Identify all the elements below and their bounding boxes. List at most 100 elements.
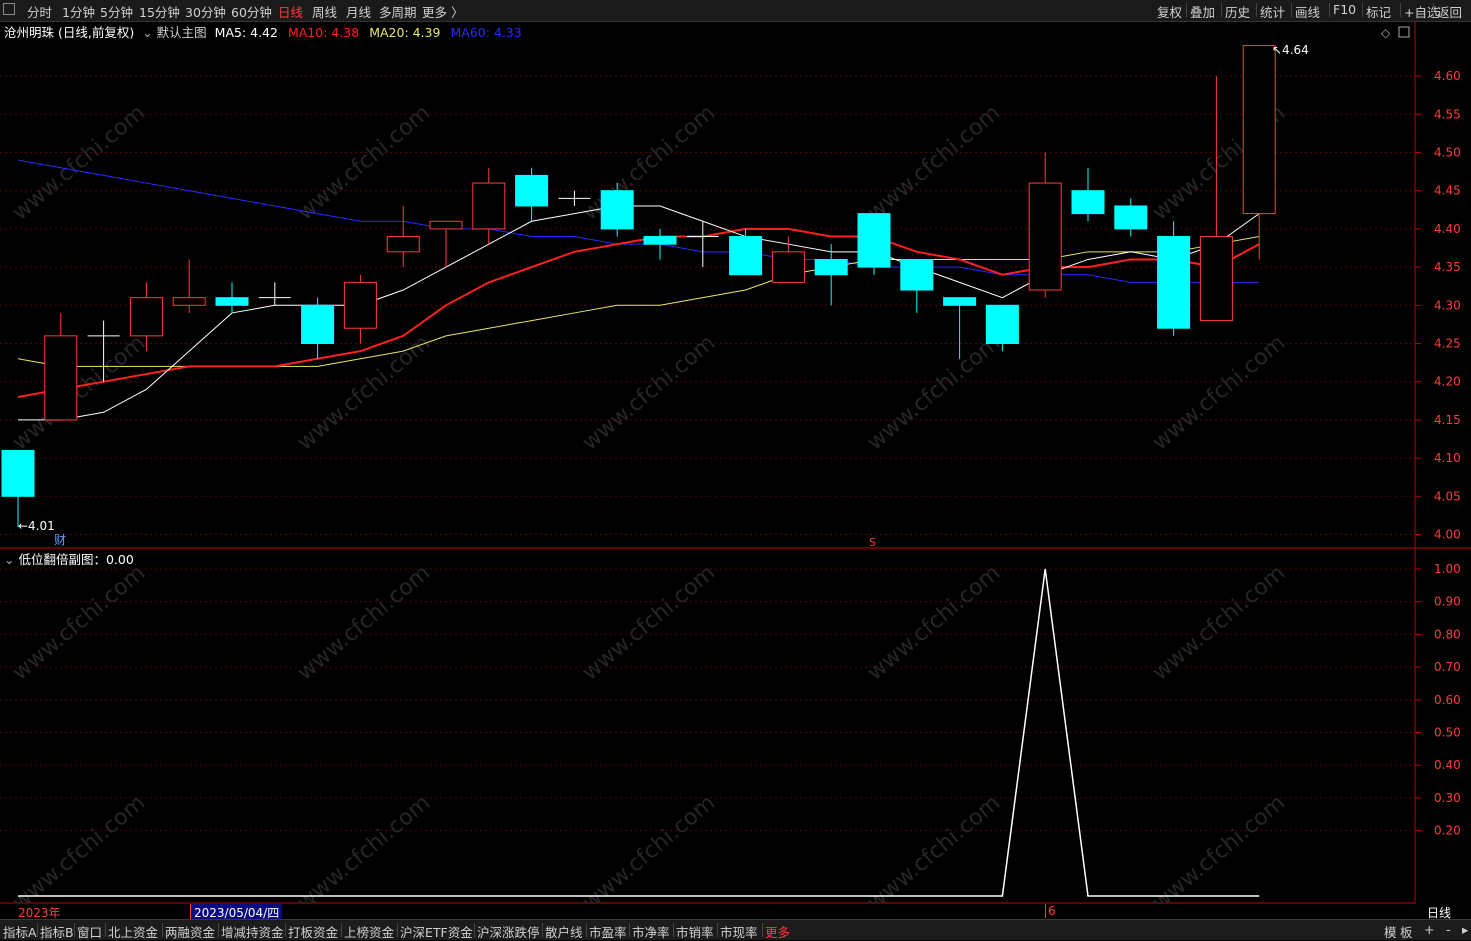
right-control-3[interactable]: -	[1446, 922, 1451, 937]
candle[interactable]	[301, 297, 335, 359]
indicator-tab-2[interactable]: 窗口	[77, 922, 102, 941]
tool-button-2[interactable]: 历史	[1225, 2, 1250, 21]
indicator-tab-14[interactable]: 市现率	[720, 922, 758, 941]
candle[interactable]	[771, 236, 805, 283]
signal-s-marker[interactable]: S	[869, 536, 876, 549]
candle-body-down	[1157, 236, 1191, 329]
cursor-date: 2023/05/04/四	[190, 904, 283, 920]
tool-button-1[interactable]: 叠加	[1190, 2, 1215, 21]
indicator-tab-7[interactable]: 上榜资金	[344, 922, 394, 941]
candle[interactable]	[1242, 45, 1276, 260]
candle[interactable]	[729, 228, 763, 276]
candle[interactable]	[258, 282, 291, 306]
candle[interactable]	[1071, 167, 1105, 222]
tab-separator	[74, 923, 75, 937]
tool-button-4[interactable]: 画线	[1295, 2, 1320, 21]
candle[interactable]	[215, 282, 249, 313]
diamond-icon[interactable]: ◇	[1381, 26, 1391, 40]
sub-title[interactable]: 低位翻倍副图：0.00	[18, 552, 133, 567]
right-control-0[interactable]: 模	[1384, 922, 1397, 941]
main-y-tick-label: 4.40	[1434, 222, 1461, 236]
period-tab-6[interactable]: 日线	[278, 2, 303, 21]
candle[interactable]	[1157, 221, 1191, 336]
tab-separator	[218, 923, 219, 937]
tab-separator	[285, 923, 286, 937]
ma60-legend: MA60: 4.33	[450, 25, 522, 40]
candle-body-up	[1242, 45, 1276, 215]
indicator-tab-12[interactable]: 市净率	[632, 922, 670, 941]
tool-button-0[interactable]: 复权	[1157, 2, 1182, 21]
candle[interactable]	[44, 312, 78, 421]
candle[interactable]	[857, 213, 891, 275]
main-y-tick-label: 4.05	[1434, 489, 1461, 503]
tab-separator	[162, 923, 163, 937]
watermark-text: www.cfchi.com	[578, 560, 720, 685]
tool-button-8[interactable]: 返回	[1437, 2, 1462, 21]
chart-canvas[interactable]: www.cfchi.com www.cfchi.com www.cfchi.com w…	[0, 21, 1471, 904]
right-control-2[interactable]: +	[1424, 922, 1434, 937]
indicator-tab-15[interactable]: 更多	[765, 922, 790, 941]
candle[interactable]	[343, 274, 377, 344]
candle[interactable]	[686, 221, 719, 268]
window-icon[interactable]	[3, 3, 15, 15]
stock-title[interactable]: 沧州明珠 (日线,前复权)	[4, 25, 134, 40]
indicator-tab-4[interactable]: 两融资金	[165, 922, 215, 941]
candle[interactable]	[1114, 198, 1148, 237]
candle[interactable]	[515, 167, 549, 222]
watermark-text: www.cfchi.com	[1148, 330, 1290, 455]
candle[interactable]	[600, 183, 634, 237]
period-tab-7[interactable]: 周线	[312, 2, 337, 21]
indicator-tab-8[interactable]: 沪深ETF资金	[400, 922, 473, 941]
period-tab-4[interactable]: 30分钟	[185, 2, 226, 21]
candle[interactable]	[1, 449, 35, 527]
sub-y-tick-label: 0.30	[1434, 791, 1461, 805]
period-tab-3[interactable]: 15分钟	[139, 2, 180, 21]
indicator-tab-13[interactable]: 市销率	[676, 922, 714, 941]
candle[interactable]	[643, 228, 677, 260]
template-dropdown-icon[interactable]: ⌄	[142, 25, 152, 40]
period-tab-0[interactable]: 分时	[27, 2, 52, 21]
template-label[interactable]: 默认主图	[157, 25, 207, 40]
candle[interactable]	[1199, 76, 1233, 322]
low-price-label: ←4.01	[18, 519, 55, 533]
candle-body-down	[814, 258, 848, 276]
tool-separator	[1362, 3, 1363, 17]
indicator-tab-10[interactable]: 散户线	[545, 922, 583, 941]
watermark-text: www.cfchi.com	[8, 330, 150, 455]
watermark-text: www.cfchi.com	[863, 330, 1005, 455]
indicator-tab-5[interactable]: 增减持资金	[221, 922, 284, 941]
period-tab-5[interactable]: 60分钟	[231, 2, 272, 21]
period-tab-1[interactable]: 1分钟	[62, 2, 95, 21]
candle[interactable]	[386, 205, 420, 268]
period-tab-10[interactable]: 更多 〉	[422, 2, 463, 21]
right-control-1[interactable]: 板	[1400, 922, 1413, 941]
sub-y-tick-label: 0.70	[1434, 660, 1461, 674]
candle[interactable]	[814, 244, 848, 306]
watermark-text: www.cfchi.com	[863, 560, 1005, 685]
candle-body-up	[1199, 236, 1233, 322]
tool-button-6[interactable]: 标记	[1366, 2, 1391, 21]
candle[interactable]	[1028, 152, 1062, 298]
period-tab-8[interactable]: 月线	[346, 2, 371, 21]
candle[interactable]	[472, 167, 506, 245]
period-tab-9[interactable]: 多周期	[379, 2, 417, 21]
tool-button-7[interactable]: +自选	[1404, 2, 1439, 21]
maximize-icon[interactable]	[1398, 26, 1410, 38]
high-price-label: ↖4.64	[1272, 43, 1309, 57]
period-tab-2[interactable]: 5分钟	[100, 2, 133, 21]
sub-y-tick-label: 0.90	[1434, 595, 1461, 609]
indicator-tab-6[interactable]: 打板资金	[288, 922, 338, 941]
indicator-tab-9[interactable]: 沪深涨跌停	[477, 922, 540, 941]
indicator-tab-11[interactable]: 市盈率	[589, 922, 627, 941]
sub-y-tick-label: 0.40	[1434, 758, 1461, 772]
indicator-tab-1[interactable]: 指标B	[40, 922, 74, 941]
candle[interactable]	[429, 220, 463, 268]
indicator-tab-0[interactable]: 指标A	[3, 922, 37, 941]
right-control-4[interactable]: ▸	[1462, 922, 1468, 937]
indicator-tab-3[interactable]: 北上资金	[108, 922, 158, 941]
finance-marker[interactable]: 财	[54, 533, 66, 547]
sub-dropdown-icon[interactable]: ⌄	[4, 552, 14, 567]
tool-button-5[interactable]: F10	[1333, 2, 1356, 17]
main-y-tick-label: 4.55	[1434, 107, 1461, 121]
tool-button-3[interactable]: 统计	[1260, 2, 1285, 21]
